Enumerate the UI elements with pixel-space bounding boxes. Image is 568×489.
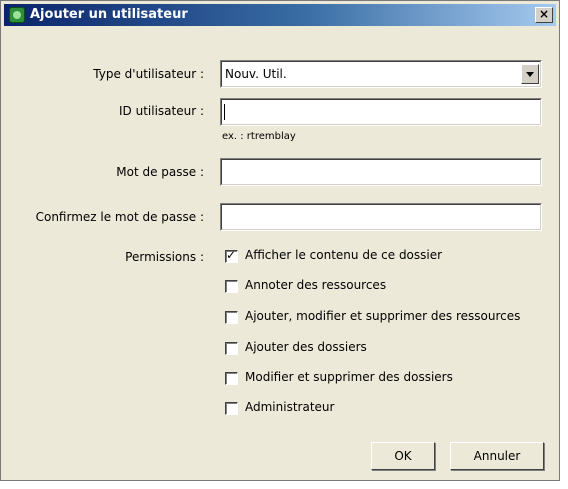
permissions-label: Permissions : — [125, 250, 204, 264]
text-caret — [224, 104, 225, 120]
confirm-password-input[interactable] — [220, 203, 542, 231]
password-label: Mot de passe : — [116, 165, 204, 179]
user-id-hint: ex. : rtremblay — [222, 131, 296, 142]
user-type-label: Type d'utilisateur : — [93, 67, 204, 81]
permission-label: Ajouter, modifier et supprimer des resso… — [245, 309, 521, 323]
confirm-password-label: Confirmez le mot de passe : — [35, 210, 204, 224]
user-type-select[interactable]: Nouv. Util. — [220, 60, 542, 88]
close-button[interactable]: × — [535, 7, 553, 23]
permission-label: Afficher le contenu de ce dossier — [245, 248, 443, 262]
chevron-down-icon[interactable] — [521, 64, 539, 84]
permission-label: Modifier et supprimer des dossiers — [245, 370, 453, 384]
user-id-input[interactable] — [220, 98, 542, 126]
permission-label: Administrateur — [245, 400, 335, 414]
cancel-button[interactable]: Annuler — [450, 442, 544, 470]
add-user-dialog: Ajouter un utilisateur × Type d'utilisat… — [0, 0, 560, 481]
permission-checkbox[interactable] — [225, 248, 238, 263]
permission-checkbox[interactable] — [225, 372, 238, 385]
user-type-value: Nouv. Util. — [225, 67, 287, 81]
ok-button[interactable]: OK — [371, 442, 435, 470]
permission-checkbox[interactable] — [225, 280, 238, 293]
dialog-title: Ajouter un utilisateur — [30, 7, 188, 22]
permission-checkbox[interactable] — [225, 342, 238, 355]
permission-label: Annoter des ressources — [245, 278, 387, 292]
title-bar[interactable]: Ajouter un utilisateur × — [4, 4, 556, 26]
user-id-label: ID utilisateur : — [119, 104, 204, 118]
permission-checkbox[interactable] — [225, 402, 238, 415]
app-icon — [9, 7, 25, 23]
permission-checkbox[interactable] — [225, 311, 238, 324]
password-input[interactable] — [220, 158, 542, 186]
permission-label: Ajouter des dossiers — [245, 340, 367, 354]
